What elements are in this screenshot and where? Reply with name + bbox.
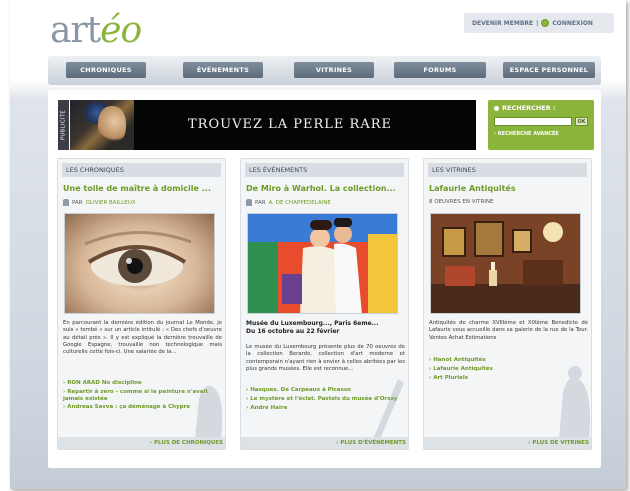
event-caption: Musée du Luxembourg..., Paris 6eme... Du… bbox=[246, 320, 405, 336]
become-member-link[interactable]: DEVENIR MEMBRE bbox=[472, 20, 533, 27]
vitrine-meta: 8 OEUVRES EN VITRINE bbox=[429, 199, 494, 205]
decorative-brush bbox=[374, 379, 404, 439]
vitrine-title[interactable]: Lafaurie Antiquités bbox=[429, 184, 589, 193]
vitrines-column: LES VITRINES Lafaurie Antiquités 8 OEUVR… bbox=[423, 158, 592, 450]
pop-art-painting-image[interactable] bbox=[247, 213, 398, 314]
topbar-separator: | bbox=[536, 19, 539, 27]
pop-art-illustration bbox=[248, 214, 397, 313]
nav-espace-personnel[interactable]: ESPACE PERSONNEL bbox=[503, 62, 595, 78]
antique-shop-illustration bbox=[431, 214, 580, 313]
search-title-text: RECHERCHER : bbox=[502, 104, 556, 112]
login-link[interactable]: CONNEXION bbox=[552, 20, 593, 27]
more-vitrines-link[interactable]: › PLUS DE VITRINES bbox=[424, 437, 591, 449]
more-chroniques-link[interactable]: › PLUS DE CHRONIQUES bbox=[58, 437, 225, 449]
event-meta: PAR A. DE CHAPPEDELAINE bbox=[246, 199, 331, 206]
column-header: LES VITRINES bbox=[428, 163, 587, 177]
chroniques-column: LES CHRONIQUES Une toile de maître à dom… bbox=[57, 158, 226, 450]
account-bar: DEVENIR MEMBRE | CONNEXION bbox=[464, 13, 614, 33]
arteo-logo[interactable]: artéo bbox=[50, 10, 142, 51]
vitrine-count: 8 OEUVRES EN VITRINE bbox=[429, 199, 494, 205]
search-panel: RECHERCHER : OK › RECHERCHE AVANCÉE bbox=[488, 100, 594, 150]
vitrine-description: Antiquités de charme XVIIIème et XIXème … bbox=[429, 320, 588, 341]
person-icon bbox=[246, 199, 252, 206]
banner-headline: TROUVEZ LA PERLE RARE bbox=[188, 117, 393, 132]
search-ok-button[interactable]: OK bbox=[575, 117, 588, 126]
nav-vitrines[interactable]: VITRINES bbox=[294, 62, 374, 78]
main-content: PUBLICITÉ TROUVEZ LA PERLE RARE RECHERCH… bbox=[48, 90, 601, 468]
search-input[interactable] bbox=[494, 117, 572, 126]
decorative-statue bbox=[195, 385, 223, 439]
meta-prefix: PAR bbox=[72, 199, 83, 206]
article-excerpt: En parcourant la dernière édition du jou… bbox=[63, 320, 222, 356]
decorative-statue bbox=[559, 366, 590, 439]
column-header: LES CHRONIQUES bbox=[62, 163, 221, 177]
nav-chroniques[interactable]: CHRONIQUES bbox=[66, 62, 146, 78]
evenements-column: LES ÉVÉNEMENTS De Miro à Warhol. La coll… bbox=[240, 158, 409, 450]
antique-shop-image[interactable] bbox=[430, 213, 581, 314]
nav-forums[interactable]: FORUMS bbox=[394, 62, 486, 78]
more-evenements-link[interactable]: › PLUS D'ÉVÉNEMENTS bbox=[241, 437, 408, 449]
event-title[interactable]: De Miro à Warhol. La collection... bbox=[246, 184, 406, 193]
eye-painting-image[interactable] bbox=[64, 213, 215, 314]
meta-prefix: PAR bbox=[255, 199, 266, 206]
event-dates: Du 16 octobre au 22 février bbox=[246, 328, 340, 335]
search-bullet-icon bbox=[494, 105, 499, 111]
column-header: LES ÉVÉNEMENTS bbox=[245, 163, 404, 177]
article-title[interactable]: Une toile de maître à domicile ... bbox=[63, 184, 223, 193]
eye-illustration bbox=[84, 230, 192, 286]
search-row: OK bbox=[494, 117, 588, 126]
author-link[interactable]: A. DE CHAPPEDELAINE bbox=[269, 200, 331, 206]
pearl-earring-painting bbox=[70, 100, 134, 150]
article-meta: PAR OLIVIER BAILLEUX bbox=[63, 199, 136, 206]
nav-evenements[interactable]: ÉVÉNEMENTS bbox=[183, 62, 263, 78]
advanced-search-link[interactable]: › RECHERCHE AVANCÉE bbox=[494, 131, 588, 137]
login-icon bbox=[541, 19, 550, 27]
main-navigation: CHRONIQUES ÉVÉNEMENTS VITRINES FORUMS ES… bbox=[48, 56, 601, 85]
logo-accent-text: éo bbox=[100, 10, 142, 51]
event-venue: Musée du Luxembourg..., Paris 6eme... bbox=[246, 320, 379, 327]
page-frame: artéo DEVENIR MEMBRE | CONNEXION CHRONIQ… bbox=[10, 0, 626, 489]
author-link[interactable]: OLIVIER BAILLEUX bbox=[86, 200, 136, 206]
logo-main-text: art bbox=[50, 10, 101, 51]
search-title: RECHERCHER : bbox=[494, 104, 588, 112]
ad-banner[interactable]: TROUVEZ LA PERLE RARE bbox=[70, 100, 476, 150]
person-icon bbox=[63, 199, 69, 206]
advertising-label: PUBLICITÉ bbox=[58, 100, 69, 150]
painting-face bbox=[98, 106, 126, 144]
